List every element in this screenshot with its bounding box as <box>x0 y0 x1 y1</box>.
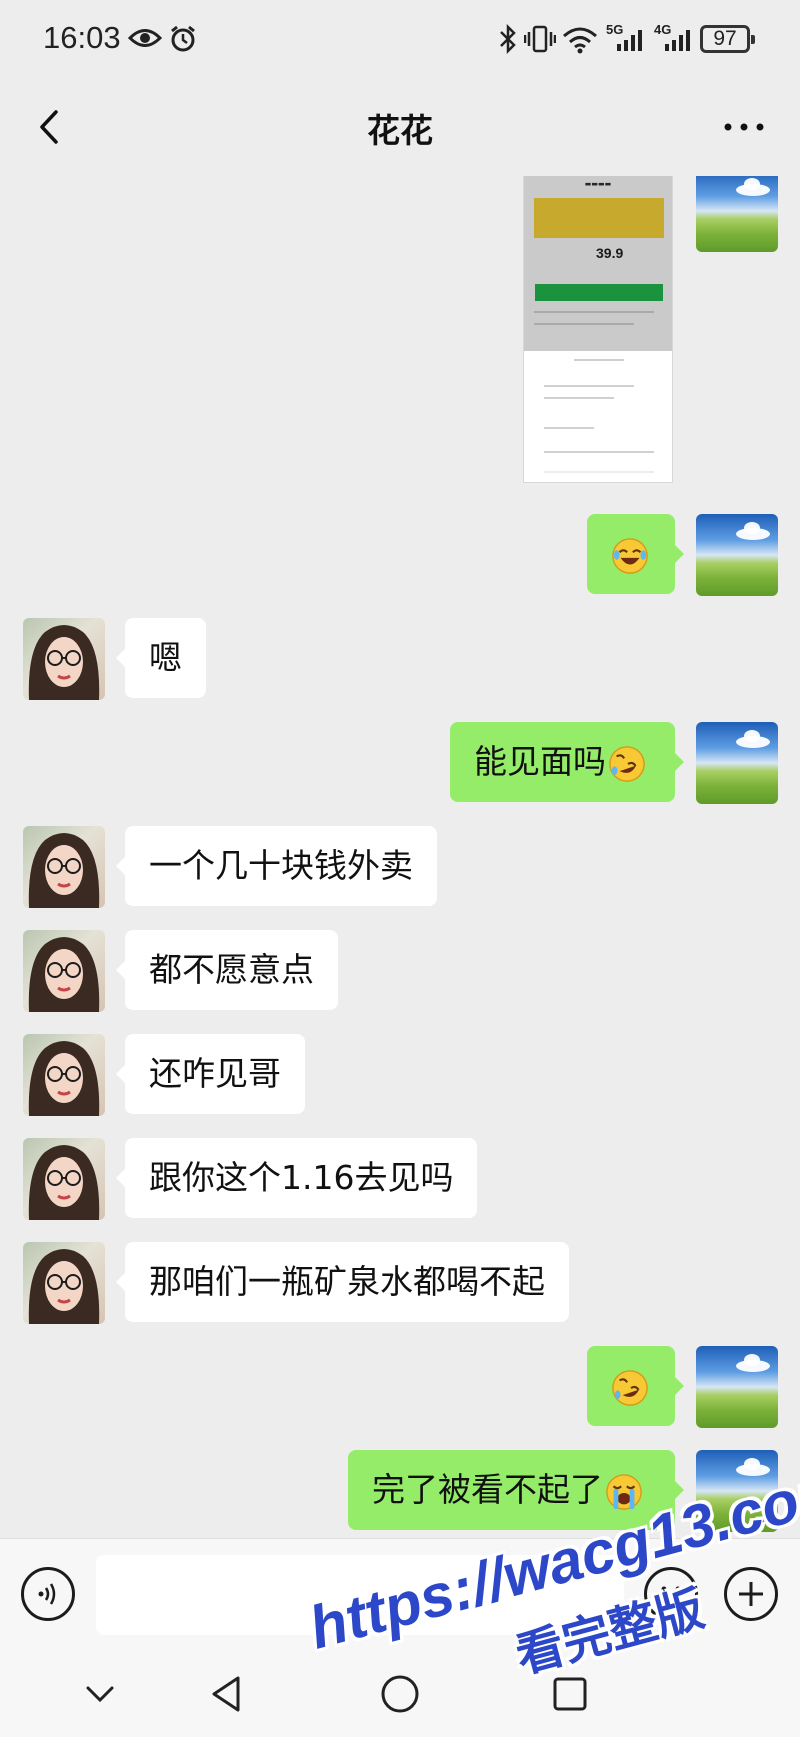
rolling-laugh-emoji <box>612 1369 648 1406</box>
message-text: 跟你这个1.16去见吗 <box>0 1138 800 1220</box>
collapse-icon[interactable] <box>78 1672 122 1716</box>
message-bubble[interactable]: 都不愿意点 <box>116 930 338 1010</box>
message-input[interactable] <box>96 1555 624 1635</box>
message-image: ▬▬▬▬ 39.9 <box>0 176 800 490</box>
shot-line <box>544 471 654 473</box>
message-bubble[interactable]: 嗯 <box>116 618 206 698</box>
cloud-shape <box>744 1458 760 1470</box>
wifi-icon <box>563 27 597 54</box>
message-emoji <box>0 1346 800 1428</box>
avatar-self[interactable] <box>696 176 778 252</box>
chat-messages[interactable]: ▬▬▬▬ 39.9 嗯 能见面吗 一个几十块钱外卖 都不愿意点 还咋见哥 跟你这… <box>0 176 800 1538</box>
girl-portrait-icon <box>28 1249 100 1324</box>
avatar-self[interactable] <box>696 1450 778 1532</box>
cloud-shape <box>744 730 760 742</box>
alarm-icon <box>171 25 195 52</box>
avatar-contact[interactable] <box>23 1034 105 1116</box>
signal-4g-icon <box>665 30 690 51</box>
girl-portrait-icon <box>28 833 100 908</box>
message-text: 还咋见哥 <box>0 1034 800 1116</box>
avatar-contact[interactable] <box>23 618 105 700</box>
avatar-contact[interactable] <box>23 826 105 908</box>
shot-line <box>544 397 614 399</box>
loudly-crying-emoji <box>606 1473 642 1510</box>
message-bubble[interactable] <box>587 514 684 594</box>
shot-overlay <box>524 176 672 351</box>
message-bubble[interactable] <box>587 1346 684 1426</box>
recents-square-icon[interactable] <box>548 1672 592 1716</box>
message-bubble[interactable]: 还咋见哥 <box>116 1034 305 1114</box>
eye-icon <box>128 29 162 47</box>
avatar-contact[interactable] <box>23 1138 105 1220</box>
vibrate-icon <box>524 25 556 53</box>
battery-level: 97 <box>713 27 737 50</box>
avatar-contact[interactable] <box>23 1242 105 1324</box>
avatar-self[interactable] <box>696 1346 778 1428</box>
message-text: 都不愿意点 <box>0 930 800 1012</box>
cloud-shape <box>744 522 760 534</box>
shot-sheet <box>524 351 672 482</box>
message-emoji <box>0 514 800 596</box>
system-nav-bar <box>0 1652 800 1737</box>
back-triangle-icon[interactable] <box>206 1672 250 1716</box>
message-bubble[interactable]: 能见面吗 <box>450 722 684 802</box>
chat-header: 花花 <box>0 80 800 176</box>
message-bubble[interactable]: 一个几十块钱外卖 <box>116 826 437 906</box>
message-text: 能见面吗 <box>0 722 800 804</box>
avatar-self[interactable] <box>696 722 778 804</box>
voice-button[interactable] <box>21 1567 75 1621</box>
girl-portrait-icon <box>28 1041 100 1116</box>
status-bar: 16:03 5G 4G 97 <box>0 0 800 80</box>
shot-line <box>574 359 624 361</box>
page-title: 花花 <box>367 111 433 150</box>
voice-icon <box>38 1583 56 1605</box>
message-text: 完了被看不起了 <box>0 1450 800 1532</box>
avatar-contact[interactable] <box>23 930 105 1012</box>
message-bubble[interactable]: 跟你这个1.16去见吗 <box>115 1138 478 1218</box>
emoji-icon <box>660 1586 682 1604</box>
bluetooth-icon <box>500 24 516 54</box>
plus-button[interactable] <box>724 1567 778 1621</box>
girl-portrait-icon <box>28 625 100 700</box>
cloud-shape <box>744 178 760 190</box>
status-time: 16:03 <box>43 20 121 55</box>
shared-screenshot-image[interactable]: ▬▬▬▬ 39.9 <box>523 176 673 483</box>
shot-line <box>544 451 654 453</box>
cloud-shape <box>744 1354 760 1366</box>
message-text: 一个几十块钱外卖 <box>0 826 800 908</box>
emoji-button[interactable] <box>644 1567 698 1621</box>
message-text: 那咱们一瓶矿泉水都喝不起 <box>0 1242 800 1324</box>
message-bubble[interactable]: 完了被看不起了 <box>348 1450 684 1530</box>
shot-line <box>544 385 634 387</box>
plus-icon <box>739 1582 763 1606</box>
shot-line <box>544 427 594 429</box>
message-text: 嗯 <box>0 618 800 700</box>
more-dots-icon[interactable] <box>716 102 772 152</box>
message-text-content: 完了被看不起了 <box>372 1470 603 1509</box>
message-bubble[interactable]: 那咱们一瓶矿泉水都喝不起 <box>116 1242 569 1322</box>
laugh-crying-emoji <box>612 537 648 574</box>
input-bar <box>0 1538 800 1652</box>
message-text-content: 能见面吗 <box>474 742 606 781</box>
girl-portrait-icon <box>28 1145 100 1220</box>
girl-portrait-icon <box>28 937 100 1012</box>
rolling-laugh-emoji <box>609 745 645 782</box>
avatar-self[interactable] <box>696 514 778 596</box>
battery-indicator: 97 <box>700 25 755 53</box>
signal-5g-icon <box>617 30 642 51</box>
home-circle-icon[interactable] <box>378 1672 422 1716</box>
